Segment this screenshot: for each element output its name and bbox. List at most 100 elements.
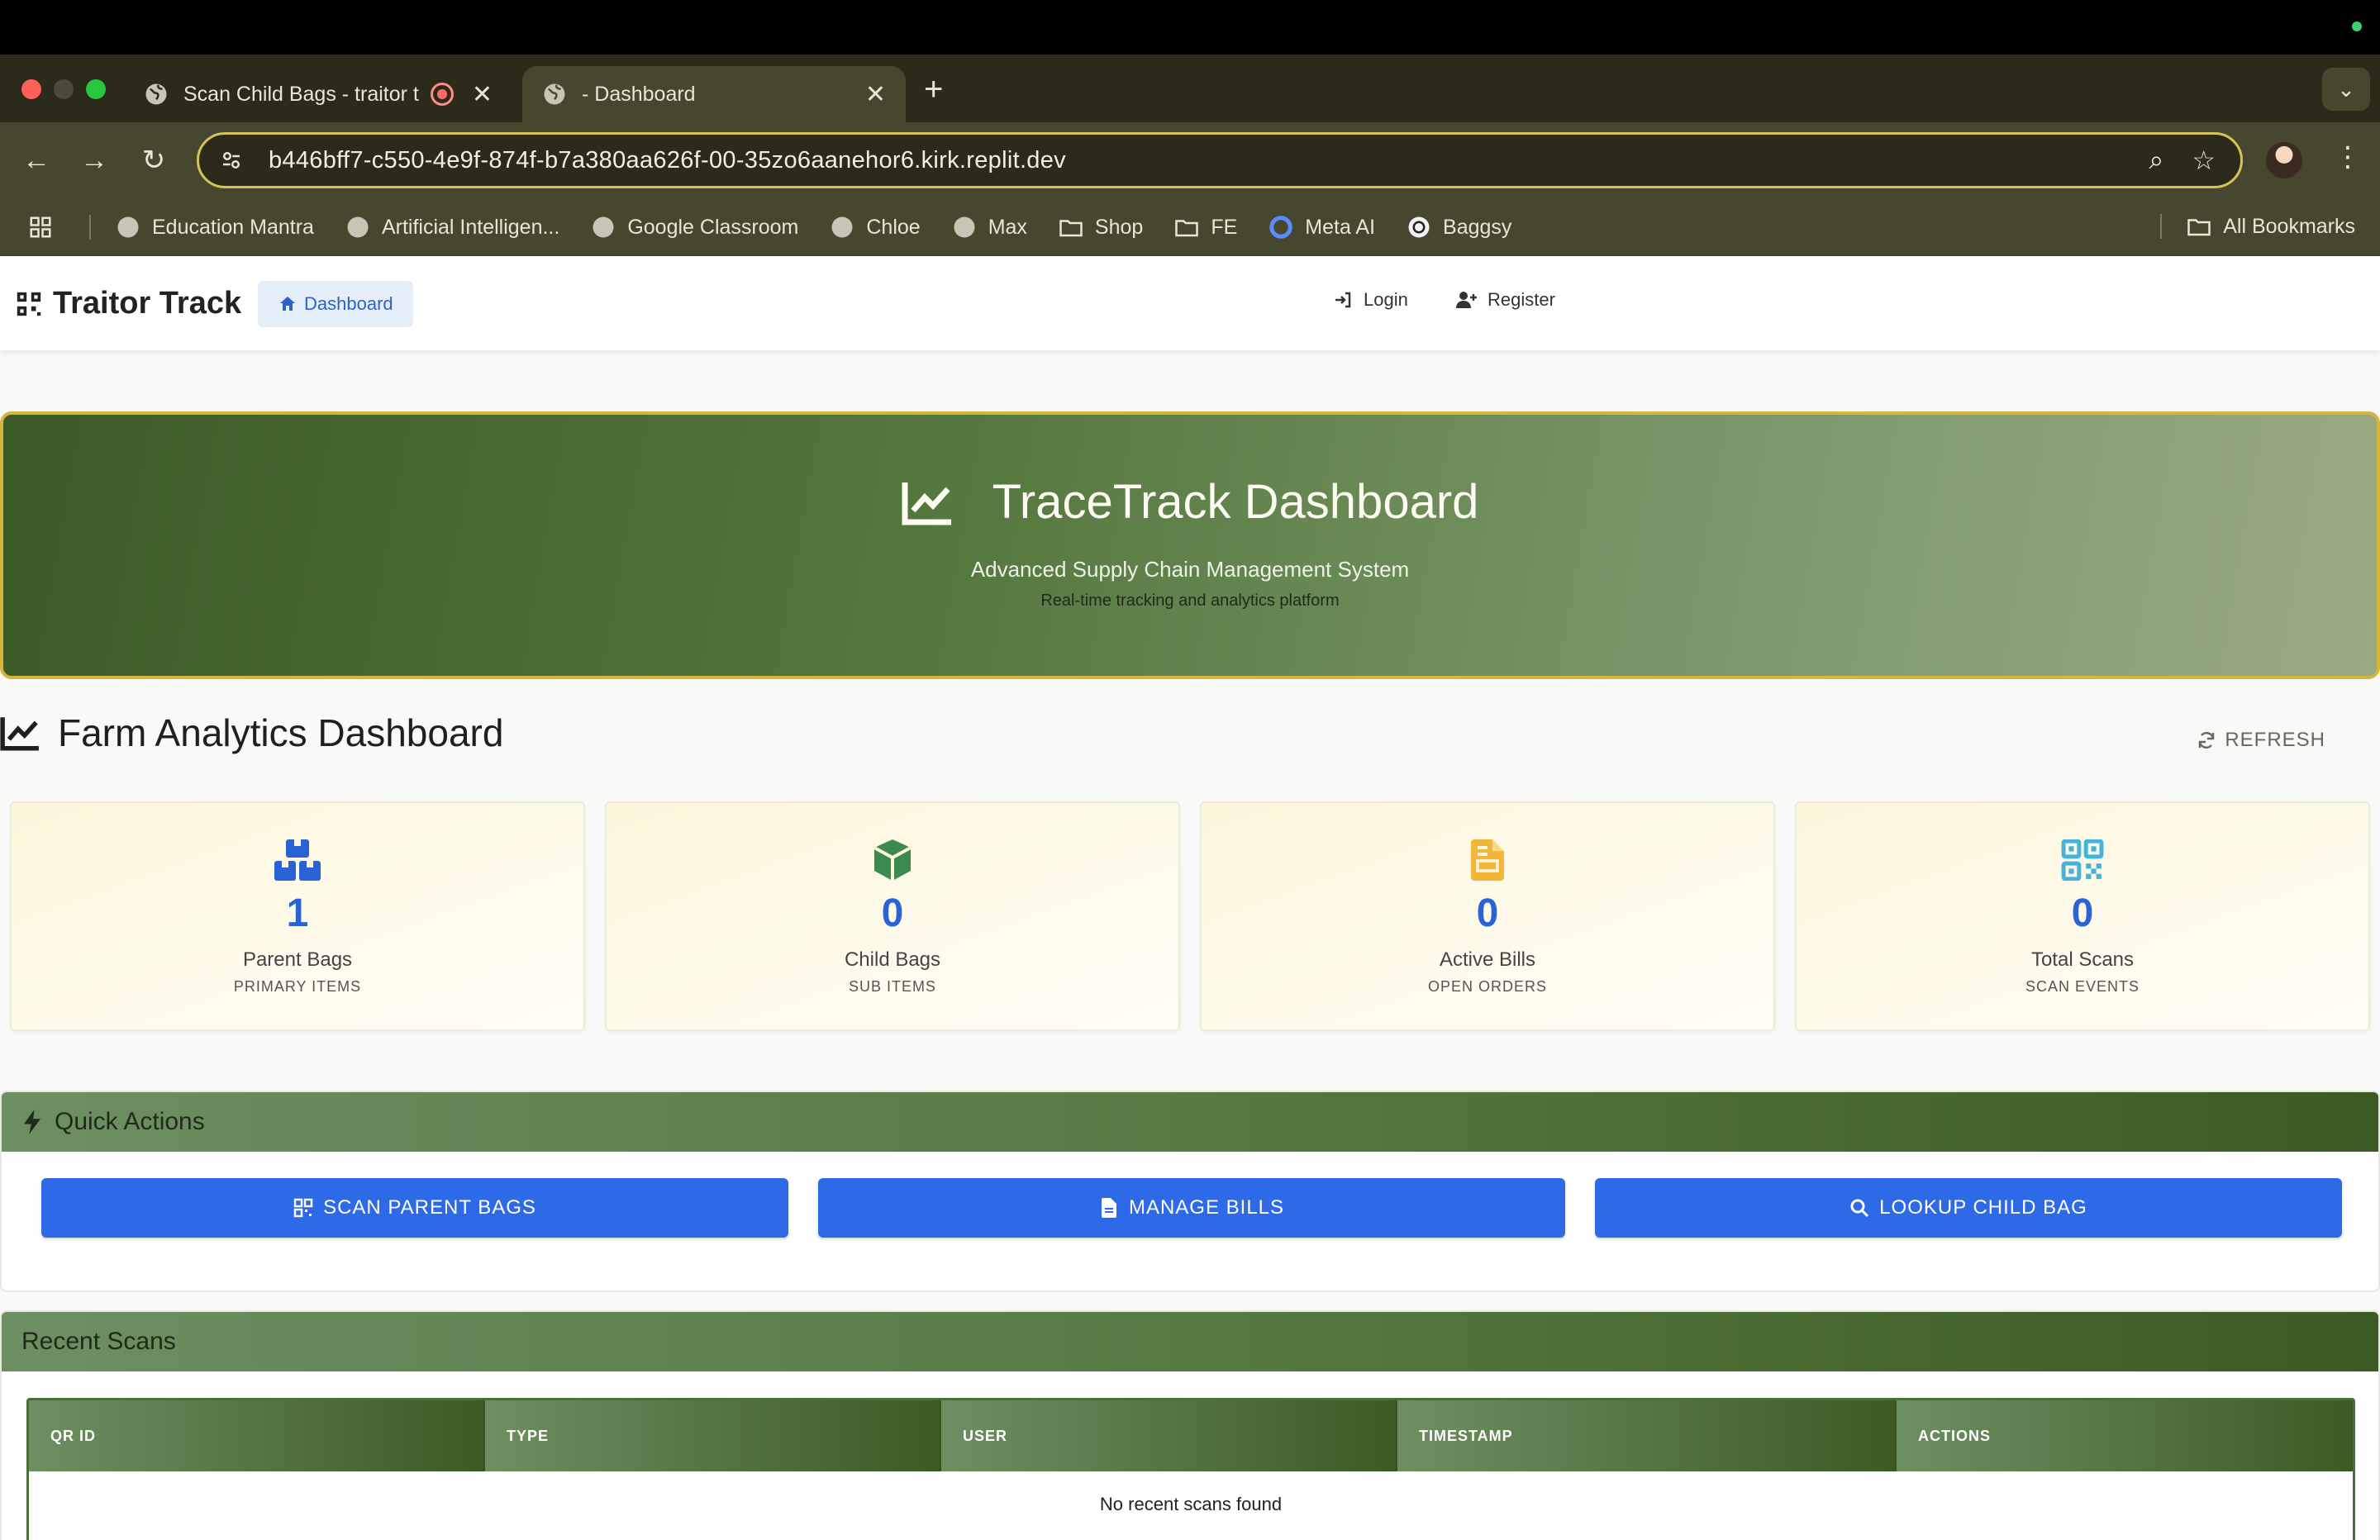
globe-icon [954, 216, 975, 238]
nav-register-link[interactable]: Register [1456, 289, 1555, 311]
folder-icon [1175, 220, 1199, 237]
hero-title-text: TraceTrack Dashboard [992, 475, 1479, 529]
bookmark-education-mantra[interactable]: Education Mantra [116, 215, 314, 240]
bookmark-artificial-intelligence[interactable]: Artificial Intelligen... [345, 215, 559, 240]
manage-bills-button[interactable]: MANAGE BILLS [818, 1178, 1565, 1238]
sync-icon [2199, 731, 2215, 749]
globe-icon [544, 83, 565, 105]
stat-card-active-bills: 0 Active Bills OPEN ORDERS [1200, 801, 1775, 1031]
stat-label: Parent Bags [242, 948, 353, 971]
bookmark-google-classroom[interactable]: Google Classroom [591, 215, 798, 240]
bookmark-fe[interactable]: FE [1174, 215, 1237, 240]
hero-tagline: Real-time tracking and analytics platfor… [1040, 592, 1340, 610]
scan-parent-bags-button[interactable]: SCAN PARENT BAGS [41, 1178, 788, 1238]
profile-avatar[interactable] [2266, 142, 2302, 178]
bookmark-label: Baggsy [1443, 215, 1512, 239]
button-label: SCAN PARENT BAGS [323, 1196, 536, 1219]
site-navbar: Traitor Track Dashboard Login Register [0, 256, 2380, 350]
all-bookmarks-button[interactable]: All Bookmarks [2160, 214, 2355, 239]
bookmark-label: Education Mantra [152, 215, 314, 239]
boxes-icon [274, 839, 321, 881]
qrcode-icon [293, 1198, 313, 1218]
all-bookmarks-label: All Bookmarks [2223, 214, 2355, 238]
search-icon [1850, 1199, 1869, 1218]
refresh-button[interactable]: REFRESH [2197, 729, 2325, 752]
arrow-right-icon: → [80, 144, 108, 176]
button-label: MANAGE BILLS [1128, 1196, 1285, 1219]
stat-label: Active Bills [1439, 948, 1536, 971]
stat-card-total-scans: 0 Total Scans SCAN EVENTS [1795, 801, 2370, 1031]
globe-icon [593, 216, 614, 238]
brand-link[interactable]: Traitor Track [15, 286, 241, 321]
meta-ai-icon [1269, 216, 1293, 239]
column-header-timestamp: TIMESTAMP [1397, 1400, 1897, 1471]
box-icon [873, 839, 912, 881]
tab-close-icon[interactable]: ✕ [472, 80, 493, 109]
bookmark-shop[interactable]: Shop [1059, 215, 1143, 240]
recording-icon [430, 83, 454, 106]
table-header-row: QR ID TYPE USER TIMESTAMP ACTIONS [29, 1400, 2353, 1471]
bookmark-label: Chloe [866, 215, 921, 239]
arrow-left-icon: ← [22, 144, 50, 176]
bookmark-label: Google Classroom [627, 215, 799, 239]
bolt-icon [24, 1110, 40, 1134]
hero-subtitle: Advanced Supply Chain Management System [970, 557, 1410, 582]
reload-button[interactable]: ↻ [136, 142, 172, 178]
qrcode-icon [17, 292, 41, 316]
window-zoom-button[interactable] [86, 79, 106, 99]
tab-scan-child-bags[interactable]: Scan Child Bags - traitor t ✕ [124, 66, 512, 122]
bookmark-label: Shop [1094, 215, 1144, 239]
window-close-button[interactable] [21, 79, 41, 99]
tab-search-button[interactable]: ⌄ [2322, 68, 2370, 111]
user-plus-icon [1456, 292, 1477, 308]
stat-label: Total Scans [2030, 948, 2135, 971]
new-tab-button[interactable]: + [924, 71, 943, 108]
globe-icon [347, 216, 369, 238]
window-minimize-button[interactable] [54, 79, 74, 99]
tab-dashboard[interactable]: - Dashboard ✕ [522, 66, 906, 122]
apps-grid-icon [30, 216, 51, 238]
stat-value: 0 [1476, 891, 1499, 935]
nav-login-link[interactable]: Login [1332, 289, 1408, 311]
url-text: b446bff7-c550-4e9f-874f-b7a380aa626f-00-… [269, 146, 1066, 173]
bookmarks-bar: Education Mantra Artificial Intelligen..… [0, 198, 2380, 256]
column-header-type: TYPE [485, 1400, 941, 1471]
column-header-user: USER [941, 1400, 1397, 1471]
column-header-actions: ACTIONS [1897, 1400, 2353, 1471]
lookup-child-bag-button[interactable]: LOOKUP CHILD BAG [1595, 1178, 2342, 1238]
refresh-label: REFRESH [2225, 729, 2325, 751]
nav-login-label: Login [1364, 289, 1408, 310]
tab-strip: Scan Child Bags - traitor t ✕ - Dashboar… [0, 55, 2380, 122]
forward-button[interactable]: → [76, 142, 112, 178]
stat-card-child-bags: 0 Child Bags SUB ITEMS [605, 801, 1180, 1031]
recent-scans-title: Recent Scans [21, 1328, 176, 1355]
recent-scans-table: QR ID TYPE USER TIMESTAMP ACTIONS No rec… [26, 1398, 2355, 1540]
stat-sublabel: SUB ITEMS [848, 978, 936, 995]
chart-line-icon [902, 482, 951, 525]
site-settings-icon [223, 152, 240, 169]
stat-sublabel: PRIMARY ITEMS [233, 978, 362, 995]
tab-close-icon[interactable]: ✕ [865, 80, 886, 109]
analytics-heading: Farm Analytics Dashboard [0, 711, 503, 755]
recent-scans-panel: Recent Scans QR ID TYPE USER TIMESTAMP A… [0, 1310, 2380, 1540]
stat-value: 0 [881, 891, 904, 935]
qrcode-icon [2061, 839, 2104, 881]
browser-menu-icon[interactable]: ⋮ [2334, 140, 2362, 173]
bookmark-label: Max [988, 215, 1027, 239]
address-bar[interactable]: b446bff7-c550-4e9f-874f-b7a380aa626f-00-… [197, 132, 2243, 188]
back-button[interactable]: ← [18, 142, 55, 178]
nav-dashboard-label: Dashboard [304, 293, 393, 314]
sign-in-icon [1335, 292, 1351, 308]
brand-name: Traitor Track [53, 286, 242, 321]
bookmark-label: Artificial Intelligen... [381, 215, 560, 239]
globe-icon [145, 83, 167, 105]
bookmark-meta-ai[interactable]: Meta AI [1269, 215, 1375, 240]
stat-label: Child Bags [844, 948, 941, 971]
nav-dashboard-link[interactable]: Dashboard [258, 281, 413, 327]
bookmark-star-icon[interactable]: ☆ [2192, 145, 2216, 176]
zoom-icon[interactable]: ⌕ [2149, 145, 2163, 176]
apps-button[interactable] [28, 215, 64, 240]
bookmark-baggsy[interactable]: Baggsy [1407, 215, 1511, 240]
bookmark-max[interactable]: Max [952, 215, 1027, 240]
bookmark-chloe[interactable]: Chloe [830, 215, 921, 240]
